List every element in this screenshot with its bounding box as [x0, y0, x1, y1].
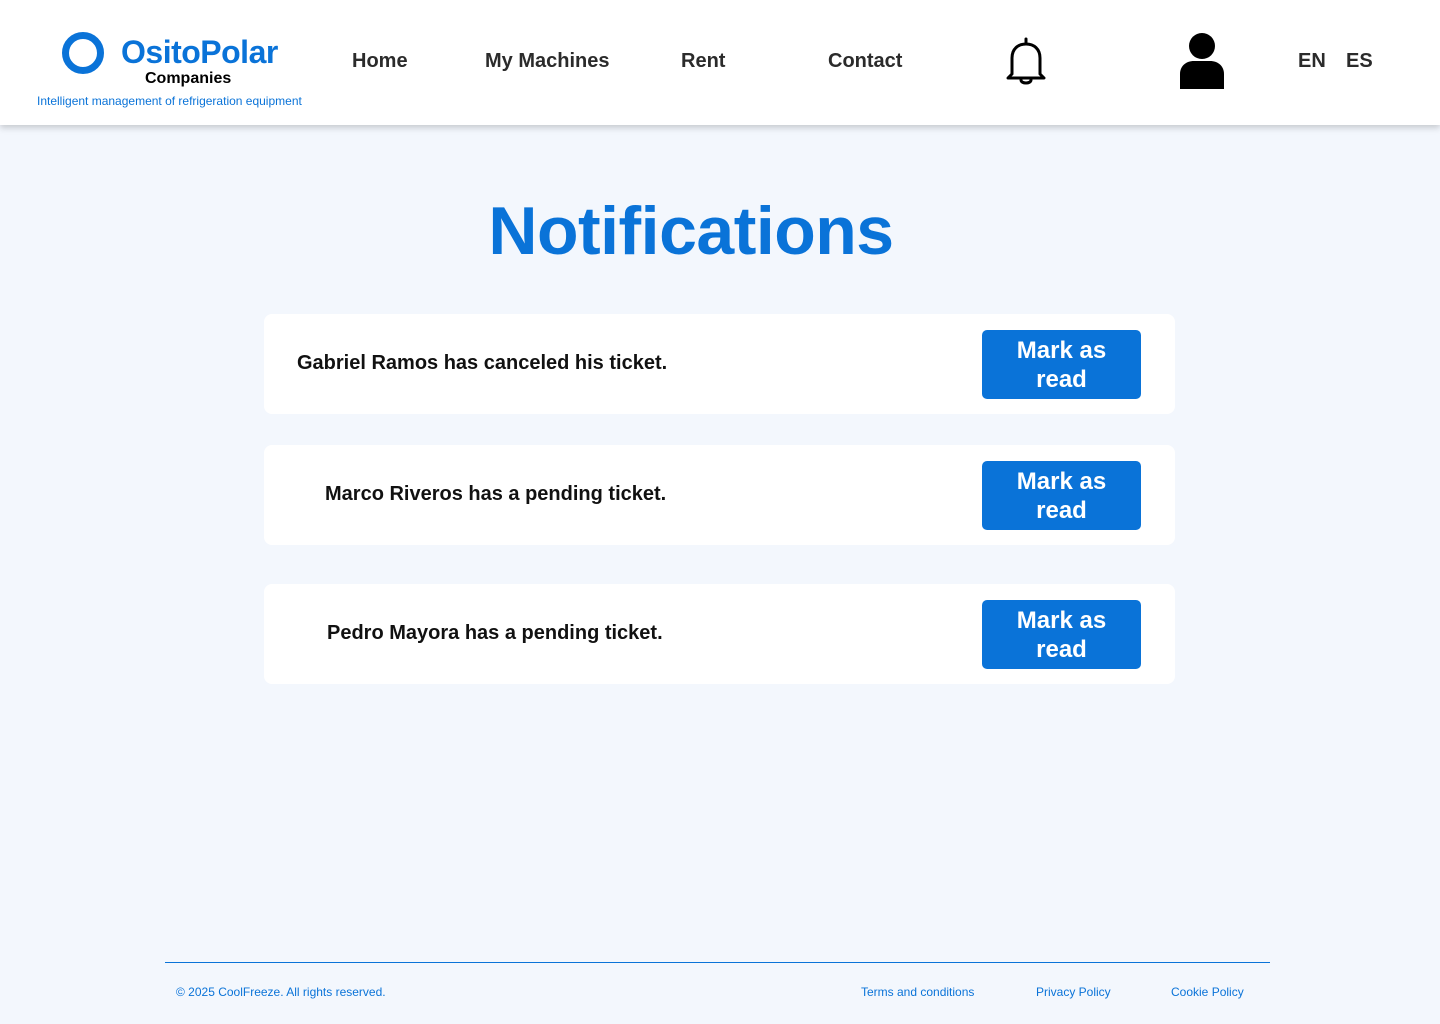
nav-rent[interactable]: Rent — [681, 50, 725, 73]
footer-link-cookie[interactable]: Cookie Policy — [1171, 985, 1244, 999]
nav-contact[interactable]: Contact — [828, 50, 902, 73]
mark-as-read-button[interactable]: Mark as read — [982, 461, 1141, 530]
footer-link-privacy[interactable]: Privacy Policy — [1036, 985, 1111, 999]
notification-message: Gabriel Ramos has canceled his ticket. — [297, 352, 668, 374]
notification-card: Marco Riveros has a pending ticket. Mark… — [264, 445, 1175, 545]
user-icon[interactable] — [1176, 31, 1228, 91]
logo-name: OsitoPolar — [121, 34, 278, 70]
notification-card: Pedro Mayora has a pending ticket. Mark … — [264, 584, 1175, 684]
mark-as-read-button[interactable]: Mark as read — [982, 330, 1141, 399]
notification-message: Marco Riveros has a pending ticket. — [325, 483, 667, 505]
page-title: Notifications — [488, 193, 894, 269]
mark-as-read-button[interactable]: Mark as read — [982, 600, 1141, 669]
logo-subtitle: Companies — [145, 70, 232, 87]
lang-en[interactable]: EN — [1298, 50, 1326, 73]
top-header: OsitoPolar Companies Intelligent managem… — [0, 0, 1440, 125]
footer-link-terms[interactable]: Terms and conditions — [861, 985, 974, 999]
nav-home[interactable]: Home — [352, 50, 408, 73]
lang-es[interactable]: ES — [1346, 50, 1373, 73]
notification-message: Pedro Mayora has a pending ticket. — [327, 622, 663, 644]
footer-copyright: © 2025 CoolFreeze. All rights reserved. — [176, 985, 386, 999]
brand-logo[interactable]: OsitoPolar Companies Intelligent managem… — [37, 30, 327, 112]
footer-divider — [165, 962, 1270, 963]
notification-card: Gabriel Ramos has canceled his ticket. M… — [264, 314, 1175, 414]
logo-tagline: Intelligent management of refrigeration … — [37, 94, 302, 108]
bell-icon[interactable] — [1003, 36, 1049, 86]
logo-ring-icon — [62, 32, 104, 74]
nav-my-machines[interactable]: My Machines — [485, 50, 609, 73]
